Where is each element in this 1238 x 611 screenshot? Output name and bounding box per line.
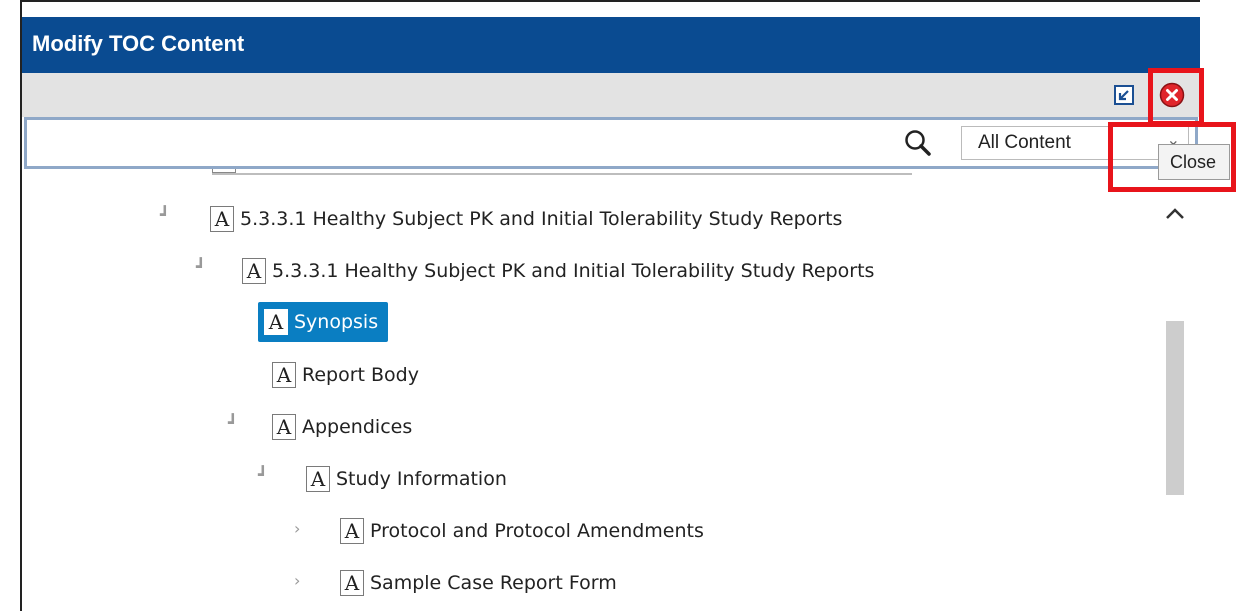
search-icon[interactable] <box>903 128 933 162</box>
toc-tree: ┛ A 5.3.3.1 Healthy Subject PK and Initi… <box>22 169 1172 611</box>
content-type-icon: A <box>340 570 364 596</box>
tree-item[interactable]: A 5.3.3.1 Healthy Subject PK and Initial… <box>242 253 874 289</box>
collapse-icon[interactable]: ┛ <box>258 465 268 484</box>
tree-item-label: Appendices <box>302 416 413 438</box>
content-type-icon: A <box>264 309 288 335</box>
chevron-right-icon[interactable]: › <box>294 519 300 538</box>
annotation-highlight-box <box>1148 68 1204 126</box>
vertical-scrollbar[interactable] <box>1150 169 1200 611</box>
tree-item-label: Synopsis <box>294 311 379 333</box>
search-bar: All Content ⌄ <box>24 117 1198 169</box>
restore-window-icon[interactable] <box>1112 83 1136 107</box>
collapse-icon[interactable]: ┛ <box>196 257 206 276</box>
tree-item-label: Sample Case Report Form <box>370 572 617 594</box>
content-type-icon: A <box>272 414 296 440</box>
badge-icon <box>212 169 236 173</box>
tree-item[interactable]: A Protocol and Protocol Amendments <box>340 513 704 549</box>
collapse-icon[interactable]: ┛ <box>228 413 238 432</box>
search-input[interactable] <box>33 126 887 162</box>
content-type-icon: A <box>340 518 364 544</box>
tree-item[interactable]: A Sample Case Report Form <box>340 565 617 601</box>
dialog-title: Modify TOC Content <box>22 17 1200 73</box>
tree-item-label: Study Information <box>336 468 507 490</box>
chevron-right-icon[interactable]: › <box>294 571 300 590</box>
content-type-icon: A <box>306 466 330 492</box>
tree-item-label: 5.3.3.1 Healthy Subject PK and Initial T… <box>240 208 843 230</box>
chevron-up-icon[interactable] <box>1164 205 1186 225</box>
content-type-icon: A <box>272 362 296 388</box>
collapse-icon[interactable]: ┛ <box>160 205 170 224</box>
annotation-highlight-box <box>1108 122 1236 192</box>
content-type-icon: A <box>210 206 234 232</box>
tree-item-label: Protocol and Protocol Amendments <box>370 520 704 542</box>
tree-item-label: 5.3.3.1 Healthy Subject PK and Initial T… <box>272 260 875 282</box>
tree-item[interactable]: A Report Body <box>272 357 419 393</box>
tree-item[interactable]: A 5.3.3.1 Healthy Subject PK and Initial… <box>210 201 842 237</box>
tree-item[interactable]: A Appendices <box>272 409 412 445</box>
dialog-toolbar <box>22 73 1200 117</box>
tree-item[interactable]: A Study Information <box>306 461 507 497</box>
partial-tree-row <box>212 169 912 175</box>
tree-item-label: Report Body <box>302 364 419 386</box>
tree-item-selected[interactable]: A Synopsis <box>258 302 389 342</box>
scrollbar-thumb[interactable] <box>1166 321 1184 495</box>
content-type-icon: A <box>242 258 266 284</box>
content-filter-value: All Content <box>978 132 1071 153</box>
